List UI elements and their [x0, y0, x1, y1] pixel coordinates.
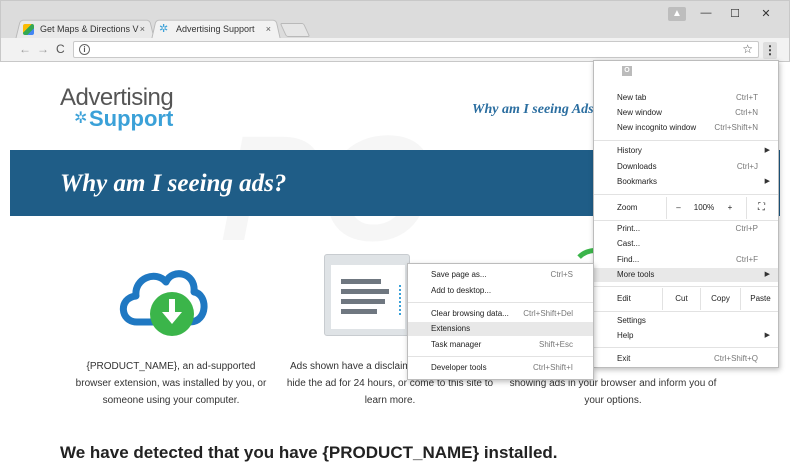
menu-item-help[interactable]: Help ▶: [594, 329, 778, 343]
tab-advertising-support[interactable]: ✲ Advertising Support ×: [151, 18, 281, 40]
menu-item-bookmarks[interactable]: Bookmarks ▶: [594, 175, 778, 189]
zoom-level: 100%: [693, 203, 715, 212]
col3-text: showing ads in your browser and inform y…: [509, 378, 717, 406]
gear-icon: ✲: [159, 22, 169, 35]
menu-item-find[interactable]: Find... Ctrl+F: [594, 253, 778, 267]
menu-item-add-to-desktop[interactable]: Add to desktop...: [408, 284, 593, 298]
browser-toolbar: ← → C i ☆: [0, 38, 790, 62]
chrome-main-menu: O New tab Ctrl+T New window Ctrl+N New inc…: [593, 60, 779, 368]
col1-text: {PRODUCT_NAME}, an ad-supported browser …: [75, 361, 267, 406]
forward-button[interactable]: →: [37, 42, 49, 56]
menu-item-new-incognito[interactable]: New incognito window Ctrl+Shift+N: [594, 121, 778, 135]
menu-item-more-tools[interactable]: More tools ▶: [594, 268, 778, 282]
menu-item-task-manager[interactable]: Task manager Shift+Esc: [408, 338, 593, 352]
reload-button[interactable]: C: [56, 42, 65, 56]
minimize-button[interactable]: —: [698, 7, 714, 19]
menu-item-downloads[interactable]: Downloads Ctrl+J: [594, 160, 778, 174]
cut-button[interactable]: Cut: [662, 288, 700, 310]
star-icon[interactable]: ☆: [742, 42, 753, 56]
copy-button[interactable]: Copy: [700, 288, 740, 310]
close-tab-icon[interactable]: ×: [266, 24, 271, 34]
gear-icon: ✲: [74, 110, 88, 127]
close-window-button[interactable]: ✕: [758, 7, 774, 20]
menu-item-zoom: Zoom – 100% + ⛶: [594, 197, 778, 219]
menu-item-extensions[interactable]: Extensions: [408, 322, 593, 336]
menu-item-save-page[interactable]: Save page as... Ctrl+S: [408, 268, 593, 282]
title-bar: Get Maps & Directions V × ✲ Advertising …: [0, 0, 790, 40]
menu-item-history[interactable]: History ▶: [594, 144, 778, 158]
paste-button[interactable]: Paste: [740, 288, 780, 310]
tab-maps[interactable]: Get Maps & Directions V ×: [15, 18, 155, 40]
maximize-button[interactable]: ☐: [727, 7, 743, 20]
menu-item-edit: Edit Cut Copy Paste: [594, 288, 778, 310]
menu-item-new-window[interactable]: New window Ctrl+N: [594, 106, 778, 120]
info-icon[interactable]: i: [79, 44, 90, 55]
profile-icon[interactable]: ▲: [668, 7, 686, 21]
menu-item-developer-tools[interactable]: Developer tools Ctrl+Shift+I: [408, 361, 593, 375]
close-tab-icon[interactable]: ×: [140, 24, 145, 34]
menu-item-clear-browsing-data[interactable]: Clear browsing data... Ctrl+Shift+Del: [408, 307, 593, 321]
detected-heading: We have detected that you have {PRODUCT_…: [60, 443, 558, 462]
menu-item-new-tab[interactable]: New tab Ctrl+T: [594, 91, 778, 105]
address-bar[interactable]: i ☆: [73, 41, 759, 58]
fullscreen-icon[interactable]: ⛶: [746, 197, 776, 219]
chevron-right-icon: ▶: [764, 147, 770, 154]
back-button[interactable]: ←: [19, 42, 31, 56]
maps-favicon-icon: [23, 23, 34, 35]
logo-text-support: Support: [89, 106, 174, 131]
menu-item-exit[interactable]: Exit Ctrl+Shift+Q: [594, 352, 778, 366]
browser-illustration: [324, 254, 410, 336]
tab-title: Get Maps & Directions V: [40, 24, 139, 34]
zoom-in-button[interactable]: +: [718, 197, 742, 219]
new-tab-button[interactable]: [279, 23, 311, 37]
chrome-menu-button[interactable]: ⋮: [763, 42, 777, 59]
menu-item-cast[interactable]: Cast...: [594, 237, 778, 251]
header-question[interactable]: Why am I seeing Ads?: [472, 102, 601, 118]
cloud-download-icon: [119, 270, 208, 336]
menu-item-settings[interactable]: Settings: [594, 314, 778, 328]
chevron-right-icon: ▶: [764, 271, 770, 278]
tab-title: Advertising Support: [176, 24, 255, 34]
banner-title: Why am I seeing ads?: [60, 170, 287, 197]
office-icon[interactable]: O: [622, 66, 632, 76]
more-tools-submenu: Save page as... Ctrl+S Add to desktop... …: [407, 263, 594, 380]
menu-item-print[interactable]: Print... Ctrl+P: [594, 222, 778, 236]
chevron-right-icon: ▶: [764, 332, 770, 339]
chevron-right-icon: ▶: [764, 178, 770, 185]
zoom-out-button[interactable]: –: [666, 197, 690, 219]
